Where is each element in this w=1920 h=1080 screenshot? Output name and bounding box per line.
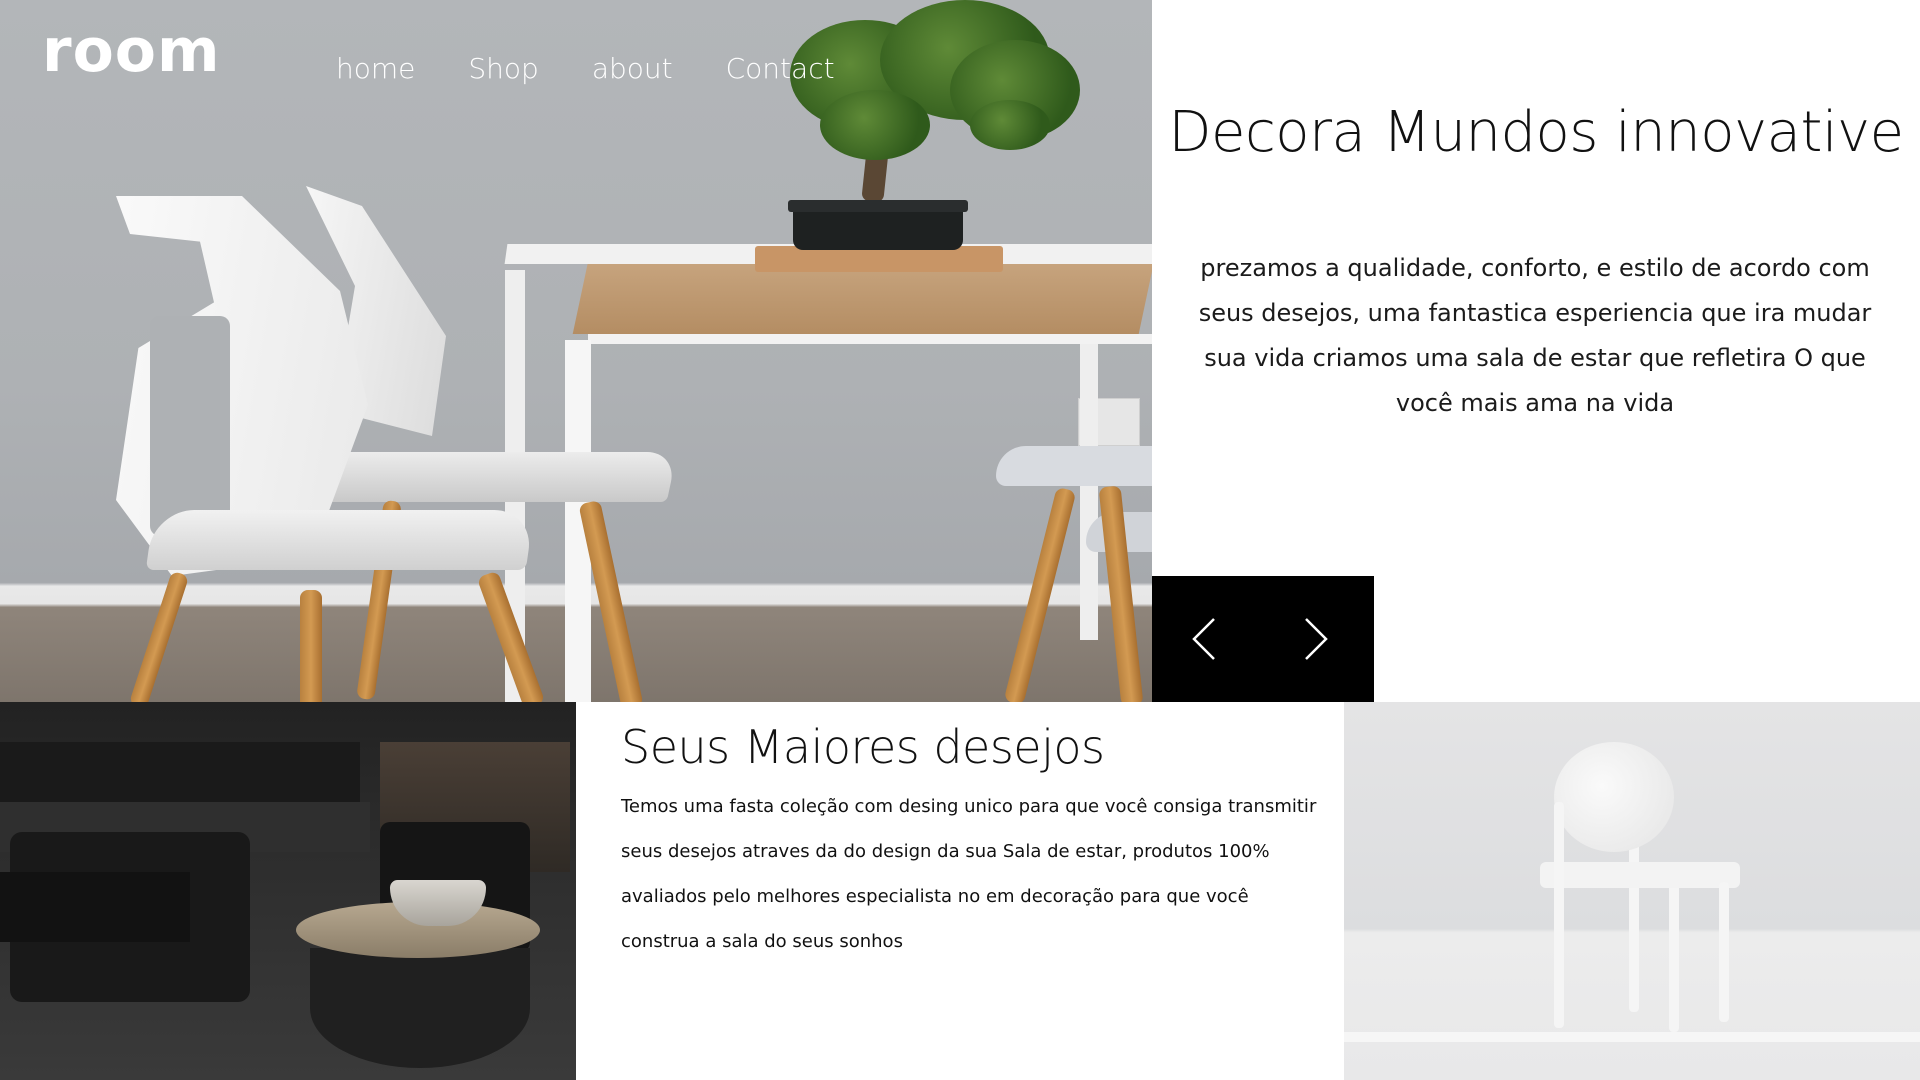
chair-leg [1003,486,1077,702]
chair-back [1554,742,1674,852]
chair-leg [128,570,190,702]
chair-seat [1540,862,1740,888]
hero-image [0,0,1152,702]
chair-leg [1629,822,1639,1012]
chair-leg [300,590,322,702]
table-edge [588,334,1152,344]
chair-cutout [150,316,230,536]
section-description: Temos uma fasta coleção com desing unico… [621,796,1317,952]
slider-prev-button[interactable] [1182,616,1226,662]
chair-leg [1554,802,1564,1028]
living-room-image [0,702,576,1080]
desires-section: Seus Maiores desejos Temos uma fasta col… [576,702,1344,1080]
main-nav: home Shop about Contact [336,52,835,85]
chair-leg [1669,882,1679,1032]
logo[interactable]: room [42,16,221,86]
hero-description: prezamos a qualidade, conforto, e estilo… [1198,254,1872,417]
bonsai-foliage [820,90,930,160]
chair-seat [996,446,1152,486]
bonsai-pot-rim [788,200,968,212]
table-top [572,262,1152,334]
baseboard [1344,1032,1920,1042]
nav-link-shop[interactable]: Shop [468,52,538,85]
chair-leg [1719,882,1729,1022]
chevron-right-icon [1305,618,1328,660]
chair-seat [294,452,678,502]
slider-next-button[interactable] [1294,616,1338,662]
nav-link-about[interactable]: about [592,52,673,85]
nav-link-contact[interactable]: Contact [726,52,835,85]
hero-title: Decora Mundos innovative [1168,100,1904,165]
armchair-seat [0,872,190,942]
table-leg [1080,340,1098,640]
section-title: Seus Maiores desejos [621,720,1105,774]
coffee-table-base [310,948,530,1068]
chair-seat [145,510,535,570]
chevron-left-icon [1192,618,1215,660]
white-chair-image [1344,702,1920,1080]
bonsai-foliage [970,100,1050,150]
nav-link-home[interactable]: home [336,52,415,85]
slider-controls [1152,576,1374,702]
